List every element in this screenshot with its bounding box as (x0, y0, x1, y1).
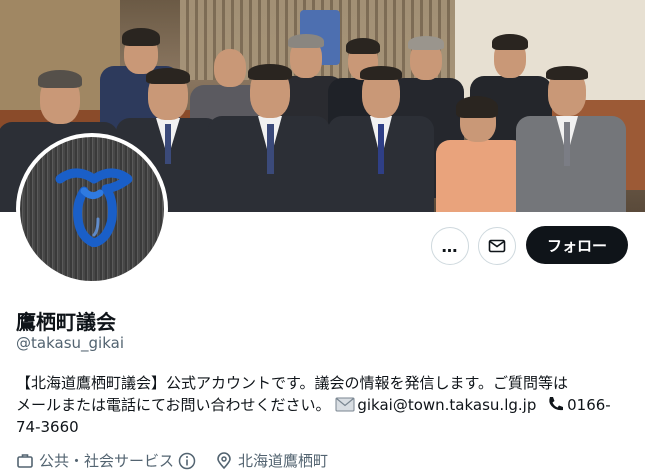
info-icon[interactable] (178, 452, 196, 470)
category-label: 公共・社会サービス (39, 452, 175, 470)
profile-bio: 【北海道鷹栖町議会】公式アカウントです。議会の情報を発信します。ご質問等は メー… (16, 372, 626, 438)
message-button[interactable] (478, 227, 516, 265)
phone-number-continued: 74-3660 (16, 418, 79, 436)
location-pin-icon (217, 451, 231, 469)
follow-button[interactable]: フォロー (526, 226, 628, 264)
briefcase-icon (17, 453, 33, 468)
category-item: 公共・社会サービス (16, 450, 201, 471)
profile-avatar[interactable] (16, 133, 168, 285)
profile-name: 鷹栖町議会 (16, 310, 116, 334)
profile-meta: 公共・社会サービス 北海道鷹栖町 (16, 450, 342, 471)
mail-icon (488, 239, 506, 253)
email-link[interactable]: gikai@town.takasu.lg.jp (357, 396, 536, 414)
bio-text: メールまたは電話にてお問い合わせください。 (16, 396, 331, 414)
more-icon: … (441, 236, 459, 256)
phone-icon (549, 397, 564, 411)
envelope-icon (335, 397, 355, 412)
bio-line: メールまたは電話にてお問い合わせください。 gikai@town.takasu.… (16, 394, 626, 416)
bio-line: 【北海道鷹栖町議会】公式アカウントです。議会の情報を発信します。ご質問等は (16, 374, 569, 392)
phone-number: 0166- (567, 396, 611, 414)
location-item: 北海道鷹栖町 (215, 450, 328, 471)
profile-handle: @takasu_gikai (16, 334, 124, 352)
location-label: 北海道鷹栖町 (238, 452, 329, 470)
follow-label: フォロー (546, 236, 607, 255)
more-options-button[interactable]: … (431, 227, 469, 265)
ribbon-emblem-icon (55, 168, 133, 247)
